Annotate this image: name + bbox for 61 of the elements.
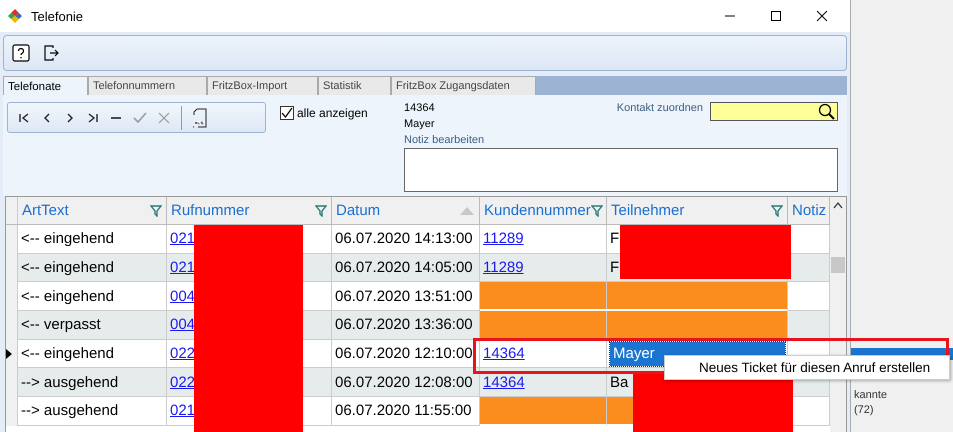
phone-link[interactable]: 022 <box>170 374 196 391</box>
contact-name: Mayer <box>404 118 436 130</box>
filter-icon[interactable] <box>590 204 603 216</box>
table-cell: F <box>610 258 620 278</box>
column-header[interactable]: Teilnehmer <box>607 197 788 224</box>
contact-number: 14364 <box>404 102 436 114</box>
table-cell: <-- eingehend <box>18 254 167 282</box>
xls-file-icon[interactable] <box>193 108 207 128</box>
column-header[interactable]: Rufnummer <box>167 197 332 224</box>
customer-link[interactable]: 11289 <box>483 230 524 248</box>
customer-link[interactable]: 14364 <box>483 345 525 362</box>
search-field[interactable] <box>710 102 838 121</box>
maximize-icon[interactable] <box>770 10 782 22</box>
checkbox[interactable] <box>280 106 294 120</box>
customer-link[interactable]: 11289 <box>483 259 524 276</box>
table-cell: --> ausgehend <box>18 368 167 398</box>
last-record-icon[interactable] <box>87 112 99 124</box>
customer-link[interactable]: 14364 <box>483 374 525 391</box>
checkbox-label: alle anzeigen <box>297 106 368 120</box>
table-cell: Ba <box>610 372 628 392</box>
table-cell: F <box>610 229 620 248</box>
table-cell: 06.07.2020 12:08:00 <box>332 368 480 398</box>
column-header[interactable]: Datum <box>332 197 480 224</box>
tab[interactable]: FritzBox Zugangsdaten <box>391 76 536 95</box>
current-row-icon <box>6 349 12 360</box>
background-text: kannte <box>853 388 888 403</box>
table-cell: <-- verpasst <box>18 311 167 340</box>
exit-icon[interactable] <box>42 44 60 62</box>
scroll-up-icon[interactable] <box>833 201 843 209</box>
table-cell: --> ausgehend <box>18 397 167 426</box>
contact-label: Kontakt zuordnen <box>616 102 703 114</box>
column-header[interactable]: ArtText <box>18 197 167 224</box>
tab[interactable]: FritzBox-Import <box>207 76 318 95</box>
column-header[interactable]: Kundennummer <box>480 197 607 224</box>
phone-link[interactable]: 022 <box>170 345 196 362</box>
window-title: Telefonie <box>31 8 84 24</box>
table-cell: 06.07.2020 13:36:00 <box>332 311 480 340</box>
close-icon[interactable] <box>816 10 828 22</box>
phone-link[interactable]: 021 <box>170 259 196 276</box>
tab[interactable]: Telefonate <box>3 76 88 96</box>
note-field[interactable] <box>404 148 838 192</box>
filter-icon[interactable] <box>771 204 783 216</box>
filter-icon[interactable] <box>315 204 327 216</box>
phone-link[interactable]: 021 <box>170 402 196 420</box>
phone-link[interactable]: 004 <box>170 316 196 334</box>
phone-link[interactable]: 021 <box>170 230 196 248</box>
scroll-thumb[interactable] <box>831 257 845 273</box>
check-icon[interactable] <box>133 112 147 124</box>
table-cell <box>788 311 830 340</box>
diamond-logo-icon <box>7 8 23 24</box>
filter-icon[interactable] <box>150 204 162 216</box>
table-cell: 06.07.2020 14:05:00 <box>332 254 480 282</box>
tab[interactable]: Statistik <box>318 76 391 95</box>
first-record-icon[interactable] <box>18 112 30 124</box>
note-label: Notiz bearbeiten <box>404 134 484 146</box>
search-icon[interactable] <box>818 103 835 120</box>
help-icon[interactable] <box>12 44 30 62</box>
background-text: (72) <box>853 403 875 418</box>
phone-link[interactable]: 004 <box>170 288 196 305</box>
menu-item[interactable]: Neues Ticket für diesen Anruf erstellen <box>665 356 949 379</box>
tab[interactable]: Telefonnummern <box>88 76 207 95</box>
